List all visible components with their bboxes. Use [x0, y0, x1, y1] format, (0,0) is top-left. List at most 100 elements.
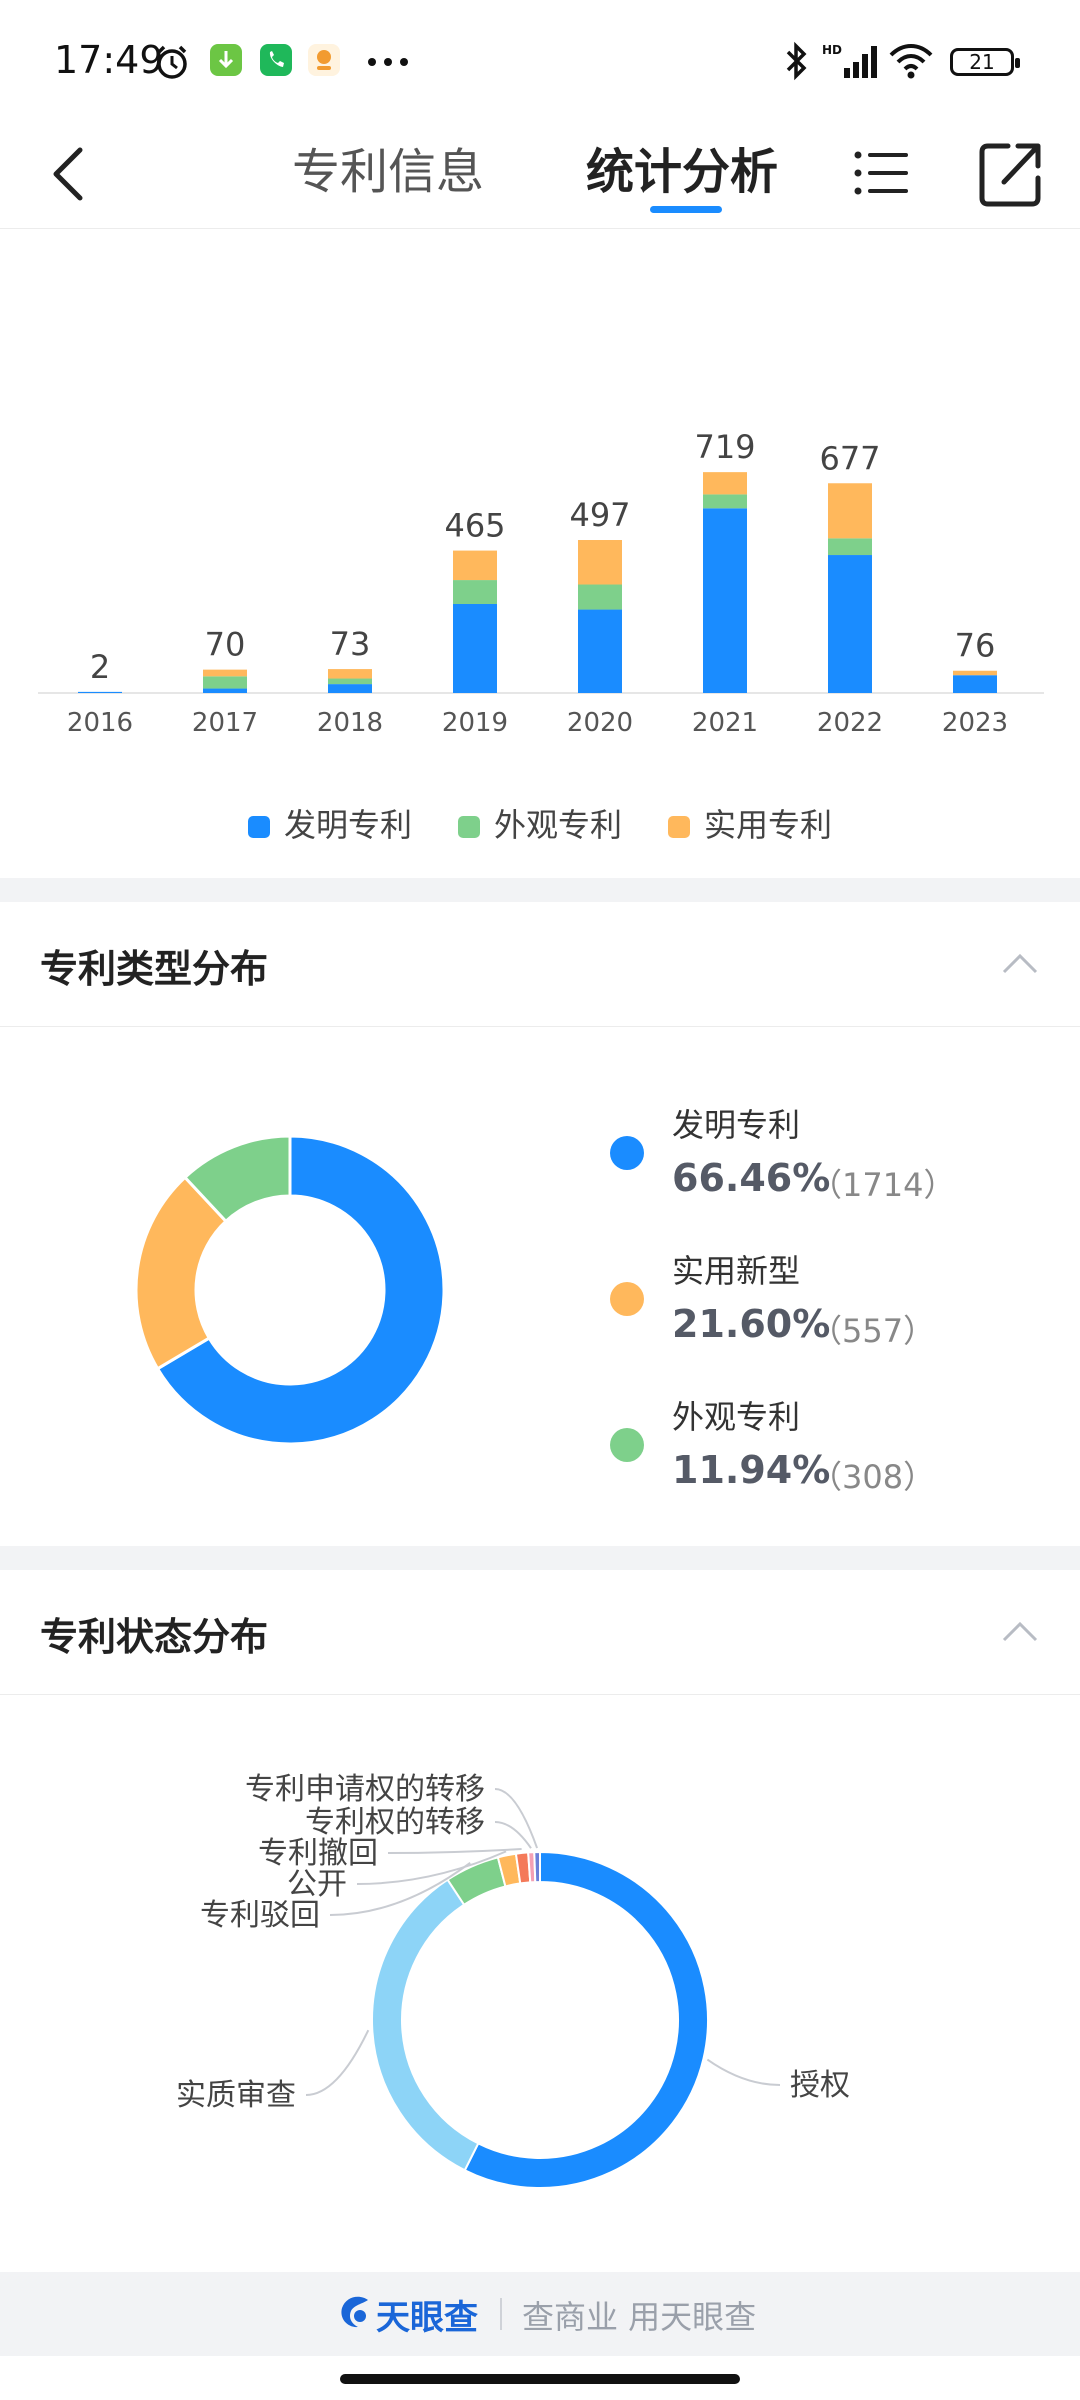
- bluetooth-icon: [786, 41, 807, 81]
- type-name: 实用新型: [672, 1252, 801, 1290]
- bar-segment: [328, 669, 372, 679]
- tab-patent-info[interactable]: 专利信息: [292, 132, 484, 212]
- type-count: （308）: [810, 1458, 936, 1496]
- wifi-icon: [889, 44, 933, 79]
- slice-label: 专利撤回: [258, 1836, 378, 1871]
- bar-segment: [203, 688, 247, 693]
- bar-total-label: 76: [955, 627, 996, 665]
- patent-type-donut-chart: [134, 1134, 446, 1446]
- legend-item-design: 外观专利: [458, 800, 622, 846]
- tab-statistics[interactable]: 统计分析: [586, 132, 778, 212]
- x-tick-label: 2019: [442, 708, 508, 738]
- x-tick-label: 2023: [942, 708, 1008, 738]
- patent-status-donut-chart: 授权 实质审查 专利驳回公开专利撤回专利权的转移专利申请权的转移: [176, 1772, 850, 2189]
- bar-segment: [453, 603, 497, 693]
- donut-slice: [463, 1850, 709, 2189]
- patent-status-section-header[interactable]: 专利状态分布: [0, 1570, 1080, 1695]
- bar-segment: [578, 584, 622, 610]
- bar-segment: [703, 494, 747, 509]
- bar-segment: [828, 538, 872, 556]
- home-indicator[interactable]: [340, 2374, 740, 2384]
- type-percent: 11.94%: [672, 1448, 831, 1492]
- bar-total-label: 70: [205, 626, 246, 664]
- x-tick-label: 2021: [692, 708, 758, 738]
- chevron-up-icon[interactable]: [1000, 948, 1040, 978]
- section-title: 专利状态分布: [40, 1615, 269, 1659]
- bar-segment: [203, 669, 247, 677]
- bar-segment: [703, 508, 747, 693]
- slice-label: 专利驳回: [200, 1898, 320, 1933]
- x-tick-label: 2017: [192, 708, 258, 738]
- type-count: （1714）: [810, 1166, 956, 1204]
- status-bar: 17:49 HD 21: [0, 0, 1080, 120]
- slice-label: 公开: [287, 1867, 347, 1902]
- slice-label: 专利申请权的转移: [245, 1772, 485, 1807]
- bar-segment: [953, 675, 997, 693]
- legend-dot: [610, 1428, 644, 1462]
- svg-text:HD: HD: [822, 43, 842, 57]
- legend-label: 实用专利: [704, 806, 833, 844]
- legend-swatch: [458, 816, 480, 838]
- label-leader-line: [494, 1788, 539, 1849]
- x-tick-label: 2016: [67, 708, 133, 738]
- yearly-patent-bar-chart: 2 2016 70 2017 73 2018 465 2019 497 2020 719 2021 67…: [38, 428, 1044, 738]
- bar-total-label: 73: [330, 625, 371, 663]
- label-leader-line: [706, 2058, 781, 2086]
- type-name: 外观专利: [672, 1398, 801, 1436]
- legend-label: 外观专利: [494, 806, 623, 844]
- type-name: 发明专利: [672, 1106, 801, 1144]
- bar-segment: [328, 684, 372, 693]
- bar-total-label: 677: [819, 439, 880, 477]
- slice-label: 专利权的转移: [305, 1805, 485, 1840]
- bar-segment: [203, 676, 247, 689]
- chevron-up-icon[interactable]: [1000, 1616, 1040, 1646]
- legend-swatch: [248, 816, 270, 838]
- x-tick-label: 2020: [567, 708, 633, 738]
- tianyancha-app-icon: [308, 44, 340, 76]
- footer-banner: 天眼查 查商业 用天眼查: [0, 2272, 1080, 2356]
- section-divider: [0, 878, 1080, 902]
- slice-label: 实质审查: [176, 2078, 296, 2113]
- type-count: （557）: [810, 1312, 936, 1350]
- footer-brand: 天眼查: [376, 2298, 478, 2338]
- legend-item-utility: 实用专利: [668, 800, 832, 846]
- list-menu-icon[interactable]: [852, 138, 914, 208]
- x-tick-label: 2018: [317, 708, 383, 738]
- bar-segment: [828, 483, 872, 539]
- bar-segment: [453, 550, 497, 581]
- bar-segment: [578, 609, 622, 693]
- tianyancha-logo-icon: [341, 2296, 368, 2328]
- battery-indicator: 21: [950, 48, 1020, 76]
- footer-separator: [500, 2298, 502, 2330]
- donut-slice: [371, 1878, 480, 2172]
- cellular-signal-icon: HD: [822, 43, 877, 78]
- alarm-icon: [157, 45, 187, 79]
- legend-dot: [610, 1282, 644, 1316]
- bar-segment: [453, 580, 497, 604]
- type-percent: 66.46%: [672, 1156, 831, 1200]
- status-time: 17:49: [54, 38, 164, 82]
- bar-total-label: 2: [90, 648, 110, 686]
- label-leader-line: [494, 1821, 532, 1849]
- legend-swatch: [668, 816, 690, 838]
- patent-type-section-header[interactable]: 专利类型分布: [0, 902, 1080, 1027]
- section-title: 专利类型分布: [40, 947, 269, 991]
- share-icon[interactable]: [978, 132, 1042, 212]
- bar-total-label: 719: [694, 428, 755, 466]
- bar-segment: [578, 540, 622, 585]
- bar-total-label: 465: [444, 507, 505, 545]
- x-tick-label: 2022: [817, 708, 883, 738]
- slice-label: 授权: [790, 2068, 850, 2103]
- label-leader-line: [305, 2029, 370, 2096]
- back-arrow-icon[interactable]: [40, 134, 100, 214]
- bar-segment: [953, 670, 997, 676]
- footer-slogan: 查商业 用天眼查: [522, 2298, 757, 2336]
- section-divider: [0, 1546, 1080, 1570]
- phone-app-icon: [260, 44, 292, 76]
- legend-label: 发明专利: [284, 806, 413, 844]
- more-notifications-icon: [368, 58, 408, 66]
- bar-segment: [703, 472, 747, 495]
- bar-total-label: 497: [569, 496, 630, 534]
- download-app-icon: [210, 44, 242, 76]
- bar-segment: [828, 555, 872, 693]
